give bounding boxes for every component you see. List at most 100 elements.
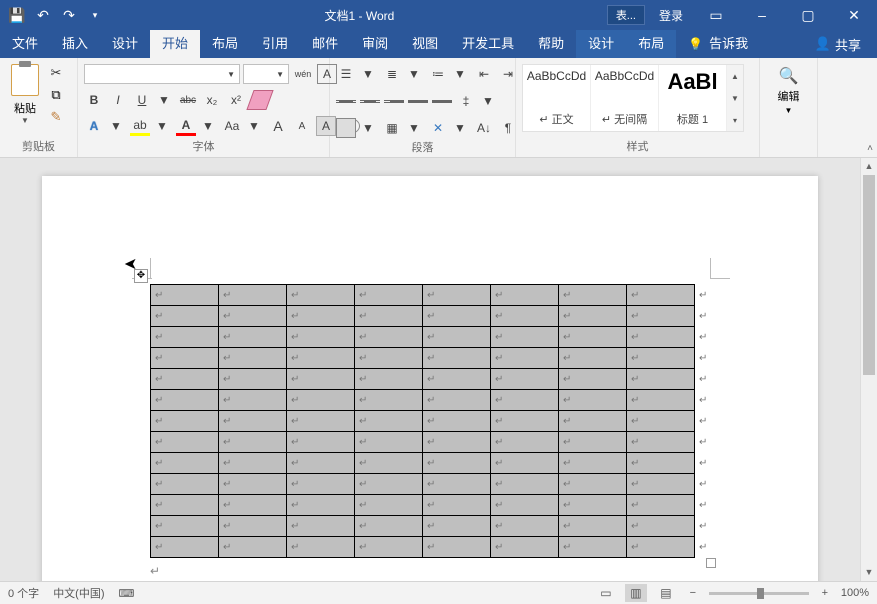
word-count[interactable]: 0 个字 (8, 585, 39, 601)
table-cell[interactable]: ↵ (627, 306, 695, 327)
table-cell[interactable]: ↵ (423, 432, 491, 453)
table-cell[interactable]: ↵ (627, 327, 695, 348)
redo-icon[interactable]: ↷ (56, 7, 82, 24)
multilevel-button[interactable]: ≔ (428, 64, 448, 84)
table-cell[interactable]: ↵ (355, 516, 423, 537)
highlight-button[interactable]: ab (130, 116, 150, 136)
qat-more-icon[interactable]: ▾ (82, 10, 108, 21)
table-cell[interactable]: ↵ (627, 495, 695, 516)
bold-button[interactable]: B (84, 90, 104, 110)
table-cell[interactable]: ↵ (355, 285, 423, 306)
table-cell[interactable]: ↵ (287, 432, 355, 453)
table-cell[interactable]: ↵ (491, 453, 559, 474)
table-cell[interactable]: ↵ (219, 537, 287, 558)
table-cell[interactable]: ↵ (423, 453, 491, 474)
table-cell[interactable]: ↵ (423, 474, 491, 495)
tab-design[interactable]: 设计 (100, 30, 150, 58)
table-cell[interactable]: ↵ (287, 390, 355, 411)
table-cell[interactable]: ↵ (219, 495, 287, 516)
table-cell[interactable]: ↵ (627, 474, 695, 495)
login-button[interactable]: 登录 (649, 7, 693, 24)
vertical-scrollbar[interactable]: ▲ ▼ (860, 158, 877, 581)
share-button[interactable]: 👤 共享 (805, 30, 871, 58)
editing-label[interactable]: 编辑 (778, 88, 800, 104)
paste-button[interactable]: 粘贴 ▼ (6, 62, 44, 125)
table-cell[interactable]: ↵ (491, 327, 559, 348)
decrease-indent-button[interactable]: ⇤ (474, 64, 494, 84)
table-cell[interactable]: ↵ (287, 411, 355, 432)
change-case-button[interactable]: Aa (222, 116, 242, 136)
table-cell[interactable]: ↵ (151, 537, 219, 558)
print-layout-button[interactable]: ▥ (625, 584, 647, 602)
table-cell[interactable]: ↵ (627, 369, 695, 390)
undo-icon[interactable]: ↶ (30, 7, 56, 24)
table-cell[interactable]: ↵ (423, 495, 491, 516)
table-cell[interactable]: ↵ (559, 495, 627, 516)
table-cell[interactable]: ↵ (287, 453, 355, 474)
input-mode-icon[interactable]: ⌨ (119, 587, 135, 600)
show-marks-button[interactable]: ¶ (498, 118, 518, 138)
copy-icon[interactable]: ⧉ (47, 86, 65, 104)
table-cell[interactable]: ↵ (355, 537, 423, 558)
restore-button[interactable]: ▢ (785, 0, 831, 30)
align-center-button[interactable] (360, 91, 380, 111)
table-cell[interactable]: ↵ (151, 327, 219, 348)
zoom-in-button[interactable]: + (817, 587, 833, 599)
table-cell[interactable]: ↵ (491, 516, 559, 537)
table-cell[interactable]: ↵ (491, 306, 559, 327)
table-cell[interactable]: ↵ (287, 495, 355, 516)
pinyin-guide-button[interactable]: wén (293, 64, 313, 84)
table-cell[interactable]: ↵ (287, 348, 355, 369)
table-cell[interactable]: ↵ (151, 390, 219, 411)
table-cell[interactable]: ↵ (151, 348, 219, 369)
grow-font-button[interactable]: A (268, 116, 288, 136)
zoom-slider[interactable] (709, 592, 809, 595)
table-cell[interactable]: ↵ (151, 453, 219, 474)
shrink-font-button[interactable]: A (292, 116, 312, 136)
minimize-button[interactable]: – (739, 0, 785, 30)
table-cell[interactable]: ↵ (559, 432, 627, 453)
table-cell[interactable]: ↵ (219, 390, 287, 411)
table-cell[interactable]: ↵ (355, 369, 423, 390)
align-justify-button[interactable] (408, 91, 428, 111)
scroll-down-icon[interactable]: ▼ (861, 564, 877, 581)
text-effects-button[interactable]: A (84, 116, 104, 136)
table-cell[interactable]: ↵ (151, 306, 219, 327)
cut-icon[interactable]: ✂ (47, 64, 65, 82)
styles-gallery[interactable]: AaBbCcDd ↵ 正文 AaBbCcDd ↵ 无间隔 AaBl 标题 1 ▲… (522, 64, 744, 132)
table-cell[interactable]: ↵ (355, 306, 423, 327)
tab-table-layout[interactable]: 布局 (626, 30, 676, 58)
tellme-search[interactable]: 💡 告诉我 (676, 30, 760, 58)
table-cell[interactable]: ↵ (287, 474, 355, 495)
align-left-button[interactable] (336, 91, 356, 111)
table-cell[interactable]: ↵ (491, 285, 559, 306)
language-status[interactable]: 中文(中国) (53, 585, 104, 601)
table-cell[interactable]: ↵ (423, 306, 491, 327)
underline-button[interactable]: U (132, 90, 152, 110)
borders-button[interactable]: ▦ (382, 118, 402, 138)
table-cell[interactable]: ↵ (151, 474, 219, 495)
table-cell[interactable]: ↵ (491, 390, 559, 411)
table-cell[interactable]: ↵ (287, 306, 355, 327)
styles-more-button[interactable]: ▲▼▾ (727, 65, 743, 131)
table-cell[interactable]: ↵ (287, 285, 355, 306)
strikethrough-button[interactable]: abc (178, 90, 198, 110)
subscript-button[interactable]: x₂ (202, 90, 222, 110)
document-table[interactable]: ↵↵↵↵↵↵↵↵↵↵↵↵↵↵↵↵↵↵↵↵↵↵↵↵↵↵↵↵↵↵↵↵↵↵↵↵↵↵↵↵… (150, 284, 712, 558)
align-distribute-button[interactable] (432, 91, 452, 111)
tab-file[interactable]: 文件 (0, 30, 50, 58)
collapse-ribbon-icon[interactable]: ˄ (867, 143, 873, 154)
tab-review[interactable]: 审阅 (350, 30, 400, 58)
table-cell[interactable]: ↵ (491, 495, 559, 516)
table-cell[interactable]: ↵ (355, 474, 423, 495)
font-name-combo[interactable]: ▼ (84, 64, 240, 84)
table-cell[interactable]: ↵ (355, 453, 423, 474)
table-cell[interactable]: ↵ (219, 306, 287, 327)
font-color-button[interactable]: A (176, 116, 196, 136)
table-cell[interactable]: ↵ (287, 516, 355, 537)
close-button[interactable]: ✕ (831, 0, 877, 30)
tab-view[interactable]: 视图 (400, 30, 450, 58)
align-right-button[interactable] (384, 91, 404, 111)
page[interactable]: ➤ ✥ ↵↵↵↵↵↵↵↵↵↵↵↵↵↵↵↵↵↵↵↵↵↵↵↵↵↵↵↵↵↵↵↵↵↵↵↵… (42, 176, 818, 581)
scroll-up-icon[interactable]: ▲ (861, 158, 877, 175)
